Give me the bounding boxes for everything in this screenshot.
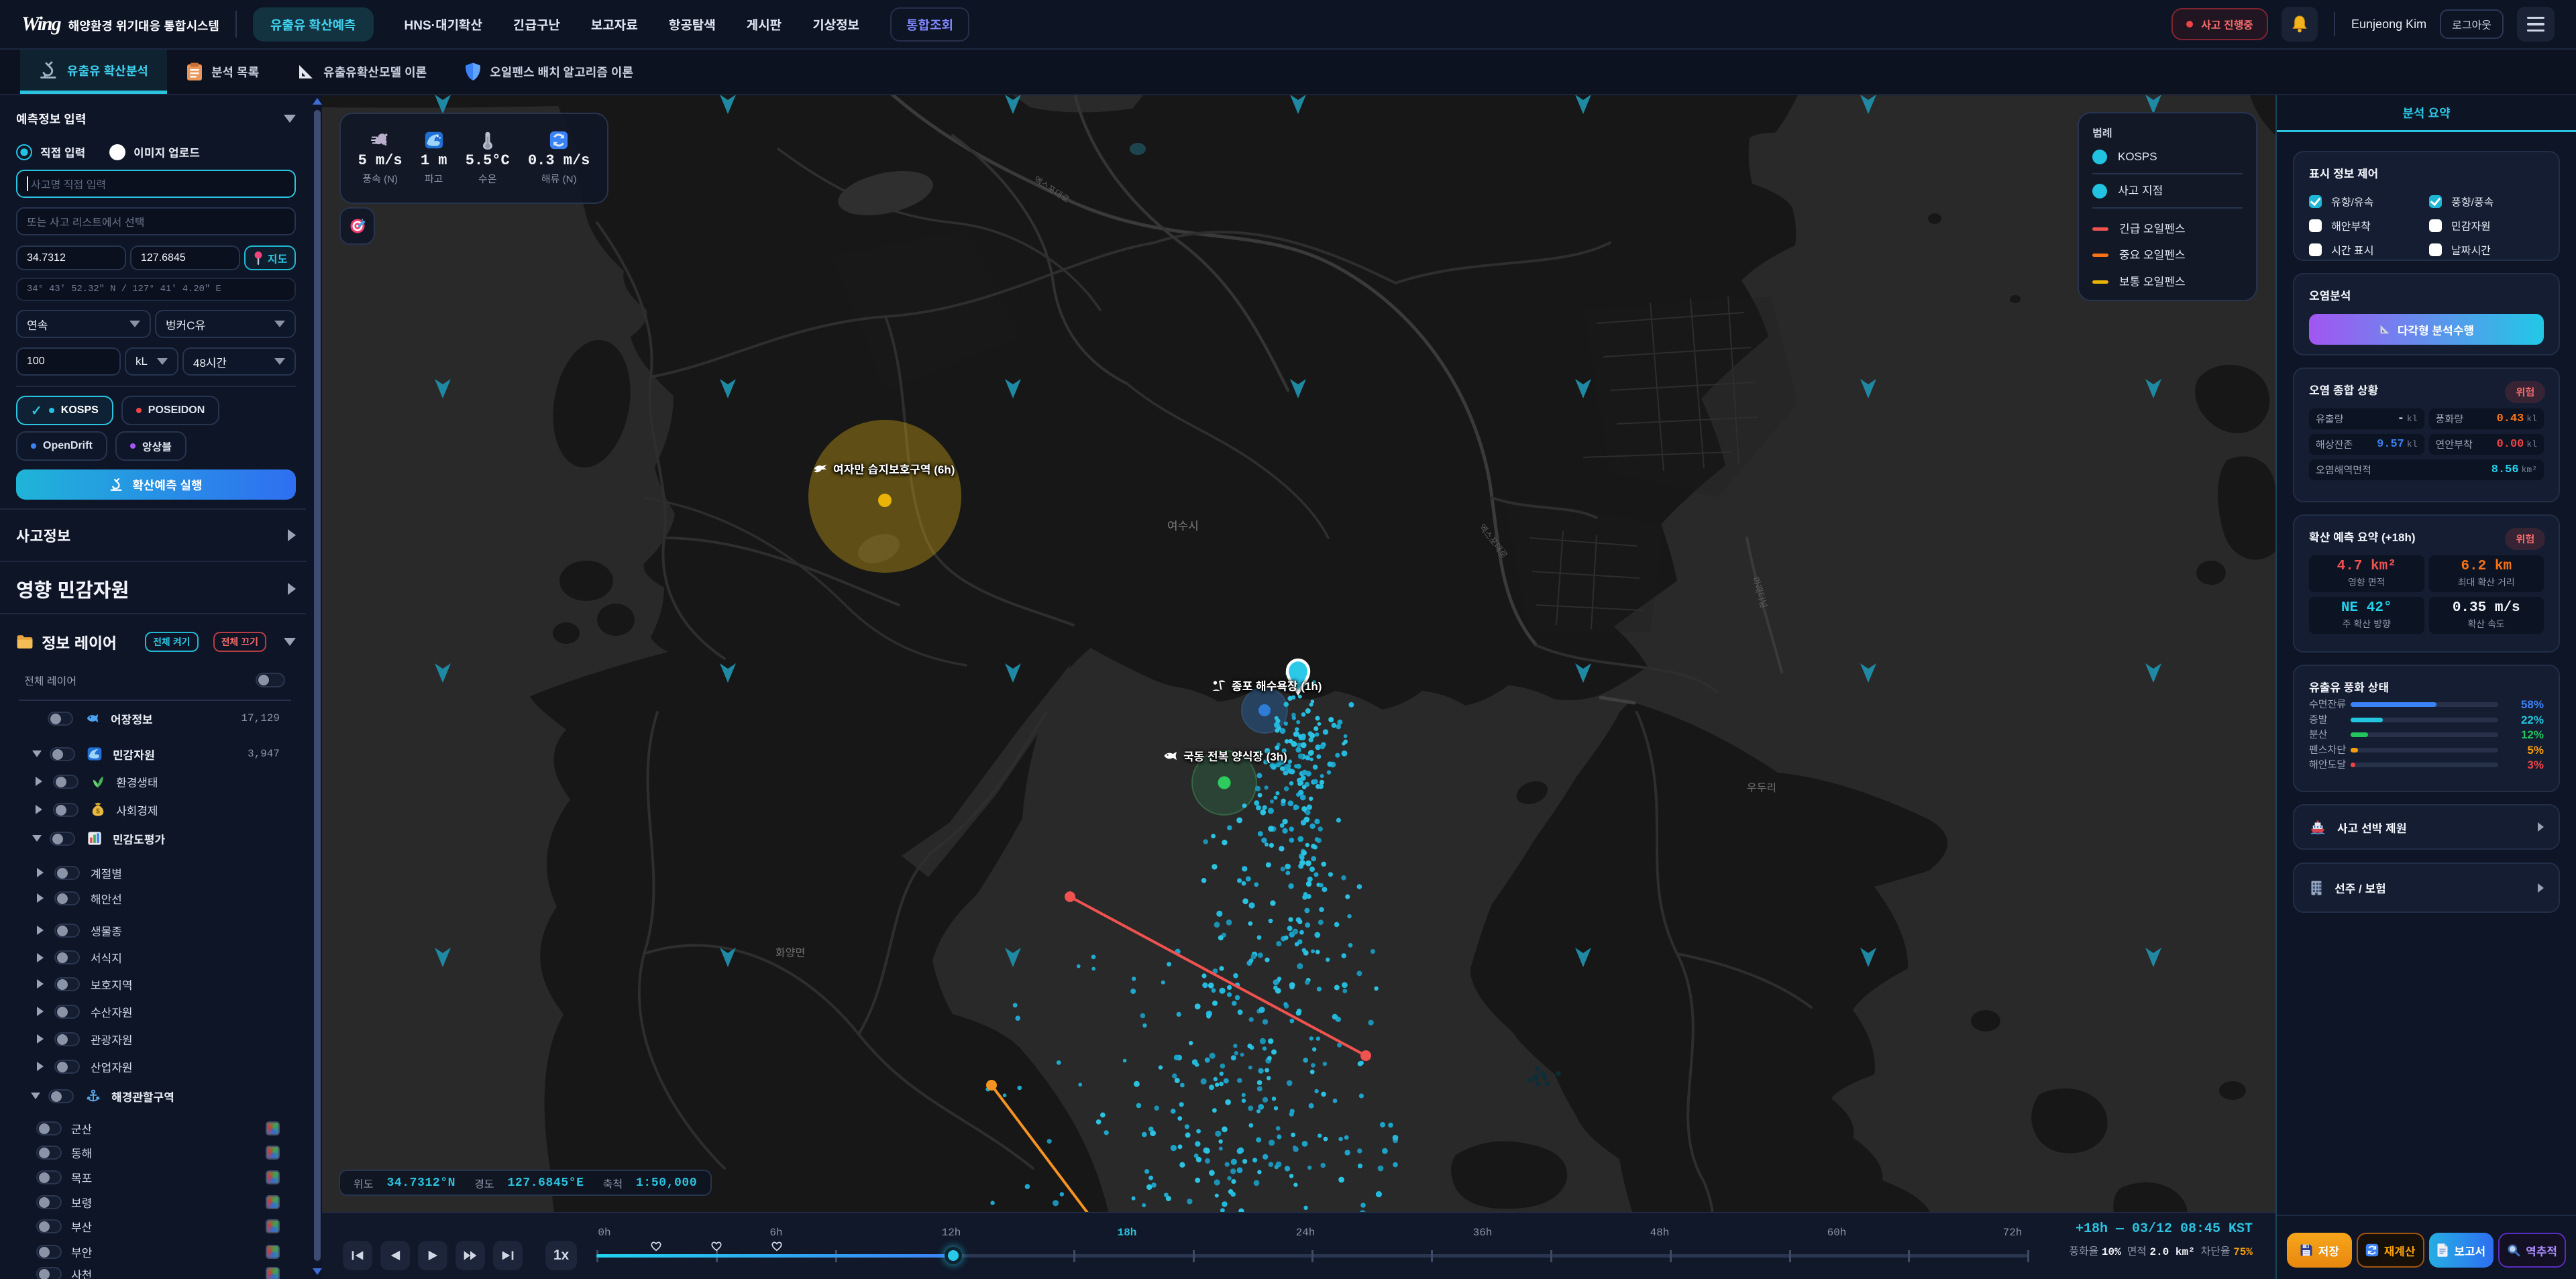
svg-text:화양면: 화양면	[775, 947, 805, 959]
svg-text:여수시: 여수시	[1167, 520, 1199, 533]
svg-text:$: $	[96, 808, 100, 816]
svg-text:우두리: 우두리	[1747, 783, 1776, 794]
